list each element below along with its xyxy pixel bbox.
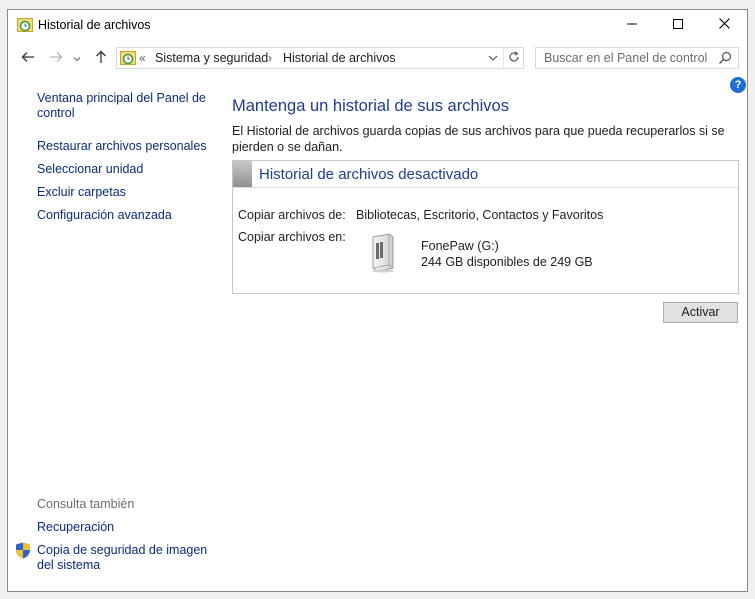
status-panel: Historial de archivos desactivado Copiar… — [232, 160, 739, 294]
link-control-panel-home[interactable]: Ventana principal del Panel de control — [37, 91, 217, 121]
activate-button[interactable]: Activar — [663, 302, 738, 323]
search-icon[interactable] — [718, 51, 732, 65]
maximize-button[interactable] — [655, 10, 701, 40]
link-recovery[interactable]: Recuperación — [37, 520, 114, 535]
close-button[interactable] — [701, 10, 747, 40]
chevron-down-icon — [73, 51, 81, 65]
status-indicator — [233, 161, 252, 187]
copy-from-value: Bibliotecas, Escritorio, Contactos y Fav… — [356, 208, 604, 222]
refresh-button[interactable] — [503, 47, 523, 69]
link-restore-personal-files[interactable]: Restaurar archivos personales — [37, 139, 207, 154]
search-placeholder: Buscar en el Panel de control — [544, 51, 708, 65]
link-advanced-settings[interactable]: Configuración avanzada — [37, 208, 172, 223]
link-exclude-folders[interactable]: Excluir carpetas — [37, 185, 126, 200]
minimize-icon — [627, 18, 637, 32]
forward-button[interactable] — [45, 47, 67, 69]
address-dropdown-button[interactable] — [485, 50, 501, 66]
page-title: Mantenga un historial de sus archivos — [232, 97, 509, 115]
copy-to-label: Copiar archivos en: — [238, 230, 346, 244]
help-icon[interactable]: ? — [730, 77, 746, 93]
back-arrow-icon — [21, 51, 35, 66]
up-button[interactable] — [90, 47, 112, 69]
forward-arrow-icon — [49, 51, 63, 66]
status-panel-header: Historial de archivos desactivado — [233, 161, 738, 188]
drive-name: FonePaw (G:) — [421, 239, 499, 253]
status-title: Historial de archivos desactivado — [259, 166, 479, 183]
link-select-drive[interactable]: Seleccionar unidad — [37, 162, 143, 177]
file-history-icon — [17, 17, 33, 33]
title-bar: Historial de archivos — [8, 10, 747, 40]
refresh-icon — [508, 50, 520, 66]
breadcrumb-sistema-seguridad[interactable]: Sistema y seguridad — [155, 51, 268, 65]
drive-free-space: 244 GB disponibles de 249 GB — [421, 255, 593, 269]
maximize-icon — [673, 18, 683, 32]
close-icon — [718, 18, 730, 32]
overflow-chevron[interactable]: « — [139, 51, 146, 65]
external-drive-icon — [367, 233, 399, 273]
breadcrumb-historial[interactable]: Historial de archivos — [283, 51, 396, 65]
up-arrow-icon — [95, 50, 107, 67]
window-title: Historial de archivos — [38, 18, 151, 32]
control-panel-icon — [120, 50, 136, 66]
search-input[interactable]: Buscar en el Panel de control — [535, 47, 739, 69]
breadcrumb-separator[interactable]: › — [268, 51, 272, 65]
navigation-bar: « Sistema y seguridad › Historial de arc… — [8, 45, 747, 71]
copy-from-label: Copiar archivos de: — [238, 208, 346, 222]
link-system-image-backup[interactable]: Copia de seguridad de imagen del sistema — [37, 543, 217, 573]
shield-icon — [15, 542, 31, 559]
minimize-button[interactable] — [609, 10, 655, 40]
back-button[interactable] — [17, 47, 39, 69]
file-history-window: Historial de archivos « Sistema y seguri… — [7, 9, 748, 592]
see-also-heading: Consulta también — [37, 497, 135, 511]
address-bar[interactable]: « Sistema y seguridad › Historial de arc… — [116, 47, 524, 69]
recent-locations-button[interactable] — [71, 47, 83, 69]
page-description: El Historial de archivos guarda copias d… — [232, 124, 725, 154]
